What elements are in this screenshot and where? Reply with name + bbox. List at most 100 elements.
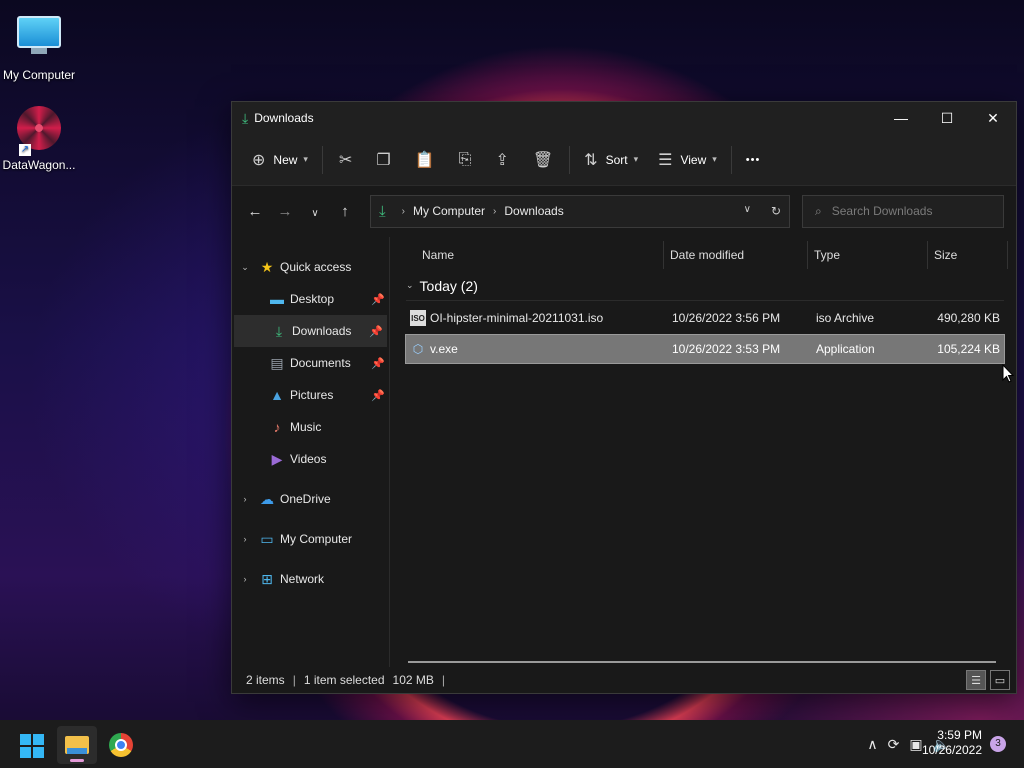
- group-header-today[interactable]: ⌄ Today (2): [406, 271, 1004, 301]
- rename-button[interactable]: ⎘: [447, 143, 484, 177]
- address-dropdown-icon[interactable]: ∨: [744, 204, 751, 218]
- file-name: v.exe: [430, 342, 458, 356]
- mouse-cursor-icon: [1002, 364, 1014, 383]
- search-box[interactable]: ⌕: [802, 194, 1004, 228]
- table-row[interactable]: ⬡ v.exe 10/26/2022 3:53 PM Application 1…: [405, 334, 1005, 364]
- chevron-right-icon[interactable]: ›: [232, 494, 258, 504]
- view-button[interactable]: ☰ View ▾: [648, 143, 727, 177]
- nav-item-music[interactable]: ♪ Music: [232, 411, 389, 443]
- column-header-name[interactable]: Name: [406, 241, 664, 269]
- plus-circle-icon: ⊕: [252, 151, 266, 169]
- cut-button[interactable]: ✂: [327, 143, 364, 177]
- taskbar-file-explorer[interactable]: [57, 726, 97, 764]
- nav-label: Quick access: [280, 260, 352, 274]
- new-label: New: [273, 152, 298, 167]
- download-icon: ⤓: [275, 322, 283, 339]
- delete-button[interactable]: 🗑: [521, 143, 565, 177]
- nav-item-documents[interactable]: ▤ Documents 📌: [232, 347, 389, 379]
- chevron-right-icon: ›: [493, 205, 497, 217]
- pin-icon[interactable]: 📌: [371, 389, 385, 402]
- more-options-button[interactable]: •••: [736, 143, 771, 177]
- nav-quick-access[interactable]: ⌄ ★ Quick access: [232, 251, 389, 283]
- window-title: Downloads: [254, 111, 314, 125]
- file-date: 10/26/2022 3:56 PM: [672, 311, 781, 325]
- cloud-icon: ☁: [260, 490, 274, 507]
- paste-button[interactable]: 📋: [403, 143, 447, 177]
- chevron-right-icon[interactable]: ›: [232, 574, 258, 584]
- new-button[interactable]: ⊕ New ▾: [242, 143, 318, 177]
- music-icon: ♪: [273, 419, 281, 435]
- chevron-down-icon: ∨: [311, 207, 319, 219]
- clock[interactable]: 3:59 PM 10/26/2022: [922, 728, 982, 758]
- share-button[interactable]: ⇪: [483, 143, 520, 177]
- details-view-icon[interactable]: ☰: [966, 670, 986, 690]
- desktop-icon-label: DataWagon...: [2, 158, 76, 172]
- large-icons-view-icon[interactable]: ▭: [990, 670, 1010, 690]
- nav-item-videos[interactable]: ▶ Videos: [232, 443, 389, 475]
- file-size: 105,224 KB: [937, 342, 1000, 356]
- nav-network[interactable]: › ⊞ Network: [232, 563, 389, 595]
- notification-badge[interactable]: 3: [990, 736, 1006, 752]
- breadcrumb-downloads[interactable]: Downloads: [504, 204, 563, 218]
- sort-button[interactable]: ⇅ Sort ▾: [574, 143, 648, 177]
- nav-onedrive[interactable]: › ☁ OneDrive: [232, 483, 389, 515]
- title-bar[interactable]: ⤓ Downloads — ☐ ✕: [232, 102, 1016, 134]
- nav-label: Pictures: [290, 388, 334, 402]
- column-header-size[interactable]: Size: [928, 241, 1008, 269]
- column-header-type[interactable]: Type: [808, 241, 928, 269]
- column-header-date[interactable]: Date modified: [664, 241, 808, 269]
- download-icon: ⤓: [242, 109, 249, 126]
- copy-button[interactable]: ❐: [364, 143, 402, 177]
- arrow-right-icon: →: [277, 202, 293, 220]
- start-button[interactable]: [20, 734, 44, 758]
- file-type: iso Archive: [816, 311, 875, 325]
- nav-my-computer[interactable]: › ▭ My Computer: [232, 523, 389, 555]
- nav-item-downloads[interactable]: ⤓ Downloads 📌: [234, 315, 387, 347]
- maximize-button[interactable]: ☐: [924, 102, 970, 134]
- forward-button[interactable]: →: [270, 203, 300, 220]
- computer-icon: ▭: [260, 530, 274, 547]
- list-view-icon: ☰: [658, 151, 673, 169]
- rename-icon: ⎘: [458, 150, 472, 168]
- desktop-icon-datawagon[interactable]: ↗ DataWagon...: [0, 106, 78, 172]
- group-label: Today (2): [419, 277, 478, 294]
- pin-icon[interactable]: 📌: [369, 325, 383, 338]
- taskbar-chrome[interactable]: [101, 726, 141, 764]
- back-button[interactable]: ←: [240, 203, 270, 220]
- pin-icon[interactable]: 📌: [371, 357, 385, 370]
- nav-label: Network: [280, 572, 325, 586]
- chevron-up-icon[interactable]: ∧: [867, 736, 877, 753]
- file-size: 490,280 KB: [937, 311, 1000, 325]
- network-icon[interactable]: ▣: [909, 736, 922, 753]
- search-icon: ⌕: [815, 203, 822, 218]
- address-path[interactable]: ⤓ › My Computer › Downloads ∨ ↻: [370, 194, 790, 228]
- sync-icon[interactable]: ⟳: [888, 736, 900, 753]
- horizontal-scrollbar[interactable]: [408, 661, 996, 663]
- application-file-icon: ⬡: [412, 342, 424, 356]
- desktop-icon: ▬: [270, 291, 284, 307]
- close-button[interactable]: ✕: [970, 102, 1016, 134]
- star-icon: ★: [260, 258, 274, 275]
- up-button[interactable]: ↑: [330, 203, 360, 220]
- nav-item-desktop[interactable]: ▬ Desktop 📌: [232, 283, 389, 315]
- table-row[interactable]: ISO OI-hipster-minimal-20211031.iso 10/2…: [406, 304, 1004, 332]
- chevron-right-icon[interactable]: ›: [232, 534, 258, 544]
- minimize-button[interactable]: —: [878, 102, 924, 134]
- file-date: 10/26/2022 3:53 PM: [672, 342, 781, 356]
- search-input[interactable]: [831, 204, 982, 218]
- more-icon: •••: [745, 153, 761, 166]
- chevron-right-icon: ›: [401, 205, 405, 217]
- nav-item-pictures[interactable]: ▲ Pictures 📌: [232, 379, 389, 411]
- pin-icon[interactable]: 📌: [371, 293, 385, 306]
- navigation-pane: ⌄ ★ Quick access ▬ Desktop 📌 ⤓ Downloads…: [232, 237, 390, 667]
- download-icon: ⤓: [379, 202, 386, 220]
- column-headers: Name Date modified Type Size: [406, 241, 1016, 269]
- refresh-icon[interactable]: ↻: [771, 204, 781, 218]
- recent-locations-button[interactable]: ∨: [300, 203, 330, 220]
- breadcrumb-my-computer[interactable]: My Computer: [413, 204, 485, 218]
- chevron-down-icon: ▾: [303, 154, 308, 164]
- chevron-down-icon[interactable]: ⌄: [232, 262, 258, 273]
- iso-file-icon: ISO: [410, 310, 426, 326]
- chevron-down-icon[interactable]: ⌄: [406, 280, 414, 291]
- desktop-icon-my-computer[interactable]: My Computer: [0, 10, 78, 82]
